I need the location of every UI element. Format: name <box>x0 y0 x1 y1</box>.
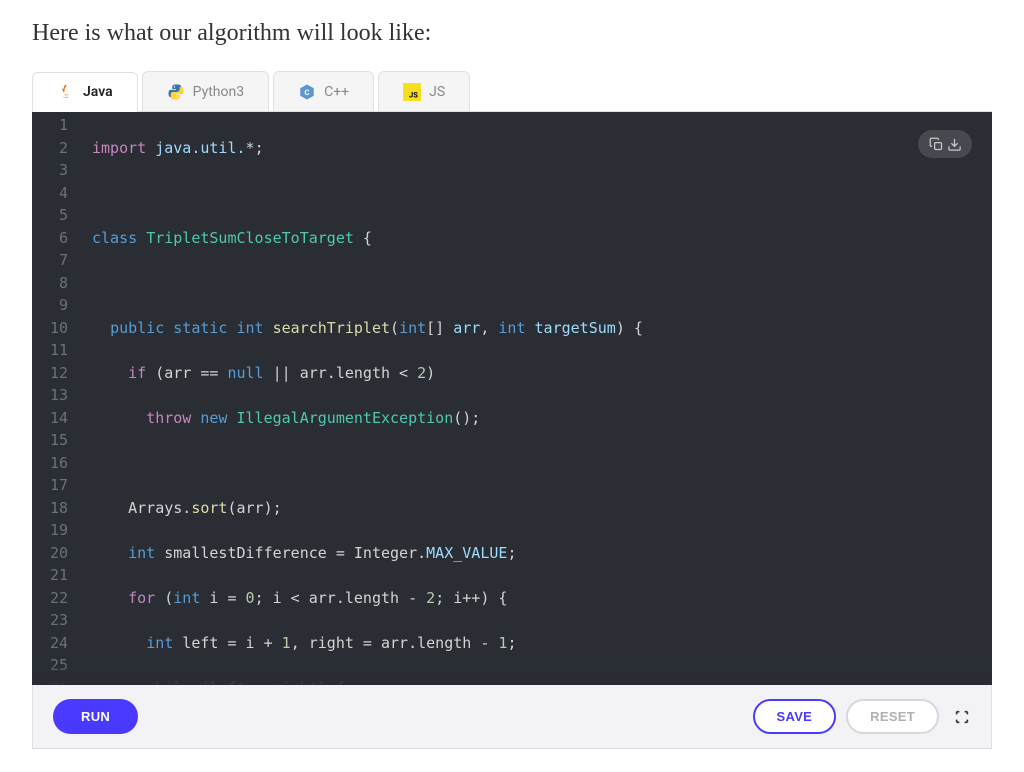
fullscreen-icon[interactable] <box>953 708 971 726</box>
line-number-gutter: 1 2 3 4 5 6 7 8 9 10 11 12 13 14 15 16 1… <box>32 112 84 685</box>
tab-label: JS <box>429 84 445 100</box>
copy-icon[interactable] <box>928 136 944 152</box>
tab-js[interactable]: JS JS <box>378 71 470 111</box>
cpp-icon: C <box>298 83 316 101</box>
svg-text:JS: JS <box>409 90 418 99</box>
editor-toolbar: RUN SAVE RESET <box>32 685 992 749</box>
js-icon: JS <box>403 83 421 101</box>
tab-java[interactable]: Java <box>32 72 138 112</box>
tab-label: Python3 <box>193 84 244 100</box>
save-button[interactable]: SAVE <box>753 699 837 734</box>
tab-label: C++ <box>324 84 349 100</box>
tab-label: Java <box>83 84 113 100</box>
java-icon <box>57 83 75 101</box>
language-tabs: Java Python3 C C++ JS JS <box>32 71 992 112</box>
code-content[interactable]: import java.util.*; class TripletSumClos… <box>84 112 992 685</box>
tab-cpp[interactable]: C C++ <box>273 71 374 111</box>
code-editor[interactable]: 1 2 3 4 5 6 7 8 9 10 11 12 13 14 15 16 1… <box>32 112 992 685</box>
python-icon <box>167 83 185 101</box>
reset-button[interactable]: RESET <box>846 699 939 734</box>
tab-python3[interactable]: Python3 <box>142 71 269 111</box>
page-heading: Here is what our algorithm will look lik… <box>32 20 992 47</box>
svg-text:C: C <box>305 88 310 97</box>
download-icon[interactable] <box>946 136 962 152</box>
run-button[interactable]: RUN <box>53 699 138 734</box>
editor-action-bar <box>918 130 972 158</box>
